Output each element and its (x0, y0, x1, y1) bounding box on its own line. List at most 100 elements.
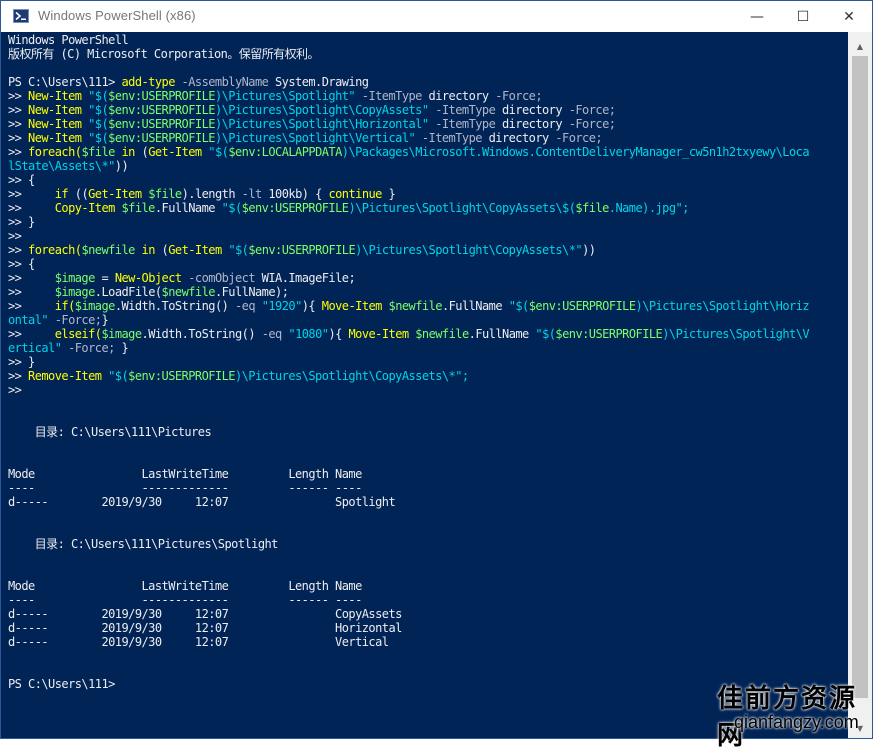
console-token: "$( (221, 243, 249, 257)
console-token: >> (8, 145, 29, 159)
console-token: "$( (508, 299, 530, 313)
console-token: >> (8, 243, 29, 257)
console-line: d----- 2019/9/30 12:07 Spotlight (8, 495, 396, 509)
console-line: ontal" -Force;} (8, 313, 109, 327)
console-token: -Force; (48, 313, 102, 327)
console-token: >> (8, 103, 29, 117)
console-token: >> (8, 383, 22, 397)
console-line: >> $image.LoadFile($newfile.FullName); (8, 285, 289, 299)
console-token: -Force; (548, 131, 603, 145)
console-token: "$( (81, 89, 109, 103)
console-token: lState\Assets\*" (8, 159, 115, 173)
minimize-button[interactable]: — (734, 1, 780, 32)
console-token: ontal" (8, 313, 49, 327)
console-token: -ItemType (428, 103, 496, 117)
console-line: >> Remove-Item "$($env:USERPROFILE)\Pict… (8, 369, 469, 383)
console-line: Mode LastWriteTime Length Name (8, 579, 362, 593)
console-token: -ItemType (415, 131, 483, 145)
console-token: >> { (8, 257, 35, 271)
console-token: "$( (101, 369, 129, 383)
close-icon: ✕ (843, 8, 855, 25)
console-token: "$( (81, 117, 109, 131)
console-token: 目录: C:\Users\111\Pictures\Spotlight (8, 537, 279, 551)
maximize-button[interactable]: ☐ (780, 1, 826, 32)
console-line: >> if ((Get-Item $file).length -lt 100kb… (8, 187, 396, 201)
console-line: PS C:\Users\111> (8, 677, 115, 691)
console-token: -eq (261, 327, 283, 341)
console-token: $file (114, 201, 155, 215)
console-token: directory (421, 89, 490, 103)
console-token: >> } (8, 215, 35, 229)
console-token: WIA.ImageFile; (255, 271, 356, 285)
console-token: add-type (121, 75, 175, 89)
console-token: New-Item (28, 131, 82, 145)
watermark-url: qianfangzy.com (734, 712, 859, 732)
console-token: New-Item (28, 103, 82, 117)
console-token: (( (68, 187, 89, 201)
title-bar[interactable]: Windows PowerShell (x86) — ☐ ✕ (1, 1, 872, 32)
console-line: >> elseif($image.Width.ToString() -eq "1… (8, 327, 810, 341)
console-token: "1920" (255, 299, 303, 313)
console-token: ){ (328, 327, 349, 341)
console-token: $newfile (81, 243, 135, 257)
console-line: d----- 2019/9/30 12:07 CopyAssets (8, 607, 402, 621)
console-line: >> { (8, 257, 35, 271)
scrollbar-thumb[interactable] (852, 56, 868, 698)
console-token: >> (8, 271, 55, 285)
console-token: Get-Item (168, 243, 222, 257)
console-token: d----- 2019/9/30 12:07 Vertical (8, 635, 389, 649)
console-token: Mode LastWriteTime Length Name (8, 579, 362, 593)
console-token: )) (114, 159, 129, 173)
console-token: $file (81, 145, 115, 159)
console-token: )\Pictures\Spotlight\CopyAssets" (214, 103, 429, 117)
console-token: -comObject (181, 271, 255, 285)
console-token: $file (575, 201, 609, 215)
console-token: >> (8, 187, 55, 201)
console-token: )) (582, 243, 596, 257)
console-token: New-Object (114, 271, 182, 285)
console-line: >> New-Item "$($env:USERPROFILE)\Picture… (8, 131, 603, 145)
console-token: >> (8, 201, 55, 215)
console-token: $image (54, 271, 96, 285)
maximize-icon: ☐ (796, 8, 810, 25)
console-token: Copy-Item (54, 201, 116, 215)
console-token: >> (8, 299, 55, 313)
console-line: d----- 2019/9/30 12:07 Vertical (8, 635, 389, 649)
console-token: -ItemType (355, 89, 423, 103)
console-token: directory (495, 103, 563, 117)
console-token: $env:USERPROFILE (108, 131, 215, 145)
console-token: ertical" (8, 341, 62, 355)
close-button[interactable]: ✕ (826, 1, 872, 32)
console-line: >> if($image.Width.ToString() -eq "1920"… (8, 299, 810, 313)
console-token: 100kb) { (261, 187, 329, 201)
console-token: "$( (81, 131, 109, 145)
console-token: Move-Item (348, 327, 409, 341)
vertical-scrollbar[interactable]: ▲ ▼ (848, 32, 872, 738)
console-token: -Force; (61, 341, 115, 355)
console-token: -ItemType (428, 117, 496, 131)
console-token: )\Pictures\Spotlight\CopyAssets\*"; (234, 369, 469, 383)
console-token: .FullName); (214, 285, 289, 299)
console-line: >> foreach($newfile in (Get-Item "$($env… (8, 243, 596, 257)
console-token: foreach( (28, 145, 82, 159)
console-token: >> (8, 117, 29, 131)
console-token: in (114, 145, 142, 159)
console-line: >> Copy-Item $file.FullName "$($env:USER… (8, 201, 689, 215)
console-token: New-Item (28, 117, 82, 131)
console-token: )\Pictures\Spotlight\Horiz (635, 299, 810, 313)
console-token: Mode LastWriteTime Length Name (8, 467, 362, 481)
scroll-up-arrow-icon[interactable]: ▲ (848, 38, 872, 55)
console-token: )\Pictures\Spotlight\V (662, 327, 810, 341)
powershell-icon (13, 9, 29, 23)
console-token: $image (74, 299, 116, 313)
console-token: $env:LOCALAPPDATA (228, 145, 342, 159)
console-token: PS C:\Users\111> (8, 75, 122, 89)
console-token: directory (481, 131, 550, 145)
console-token: "$( (81, 103, 109, 117)
console-token: $env:USERPROFILE (528, 299, 636, 313)
console-line: >> (8, 383, 22, 397)
console-token: >> (8, 229, 22, 243)
console-output[interactable]: Windows PowerShell 版权所有 (C) Microsoft Cor… (8, 32, 847, 738)
console-token: )\Pictures\Spotlight\Horizontal" (214, 117, 429, 131)
console-line: >> New-Item "$($env:USERPROFILE)\Picture… (8, 103, 616, 117)
